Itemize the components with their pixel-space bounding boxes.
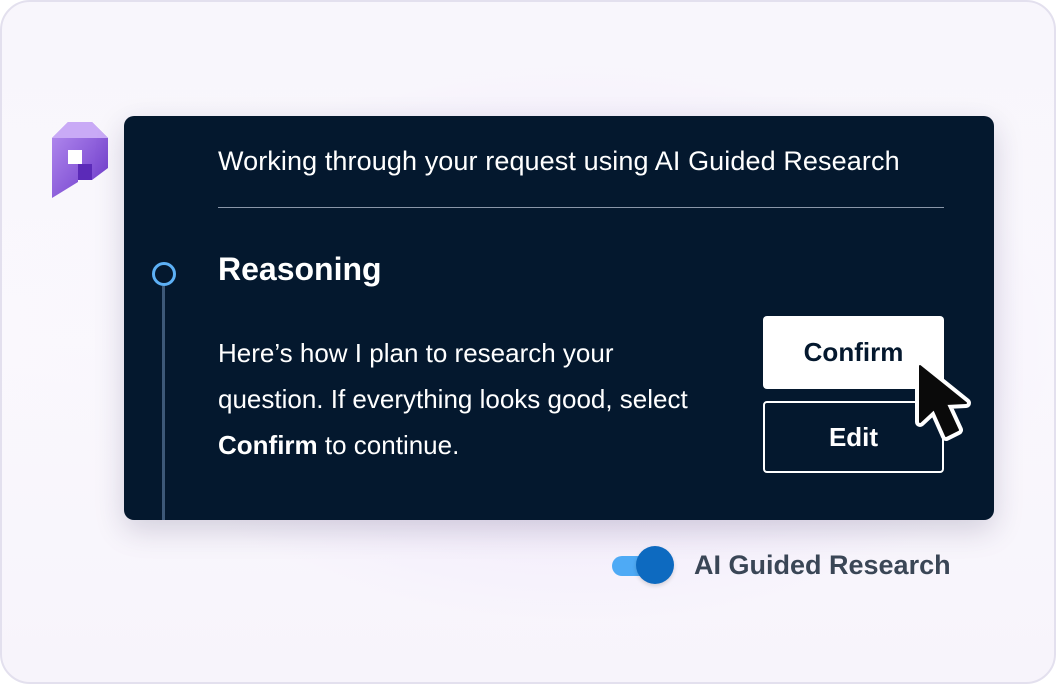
step-description-end: to continue. — [317, 430, 460, 460]
step-description-text: Here’s how I plan to research your quest… — [218, 338, 688, 414]
toggle-knob — [636, 546, 674, 584]
ai-guided-research-toggle-row: AI Guided Research — [610, 542, 951, 588]
research-step-card: Working through your request using AI Gu… — [124, 116, 994, 520]
canvas-frame: Working through your request using AI Gu… — [0, 0, 1056, 684]
step-description-emphasis: Confirm — [218, 430, 318, 460]
toggle-label: AI Guided Research — [694, 549, 951, 580]
brand-logo-icon — [52, 122, 108, 198]
card-title: Working through your request using AI Gu… — [218, 146, 900, 176]
timeline-step-icon — [152, 262, 176, 286]
step-description: Here’s how I plan to research your quest… — [218, 330, 688, 468]
ai-guided-research-toggle[interactable] — [610, 546, 674, 584]
step-heading: Reasoning — [218, 251, 382, 287]
timeline-line — [162, 286, 165, 520]
mouse-pointer-icon — [915, 362, 971, 441]
divider — [218, 207, 944, 208]
